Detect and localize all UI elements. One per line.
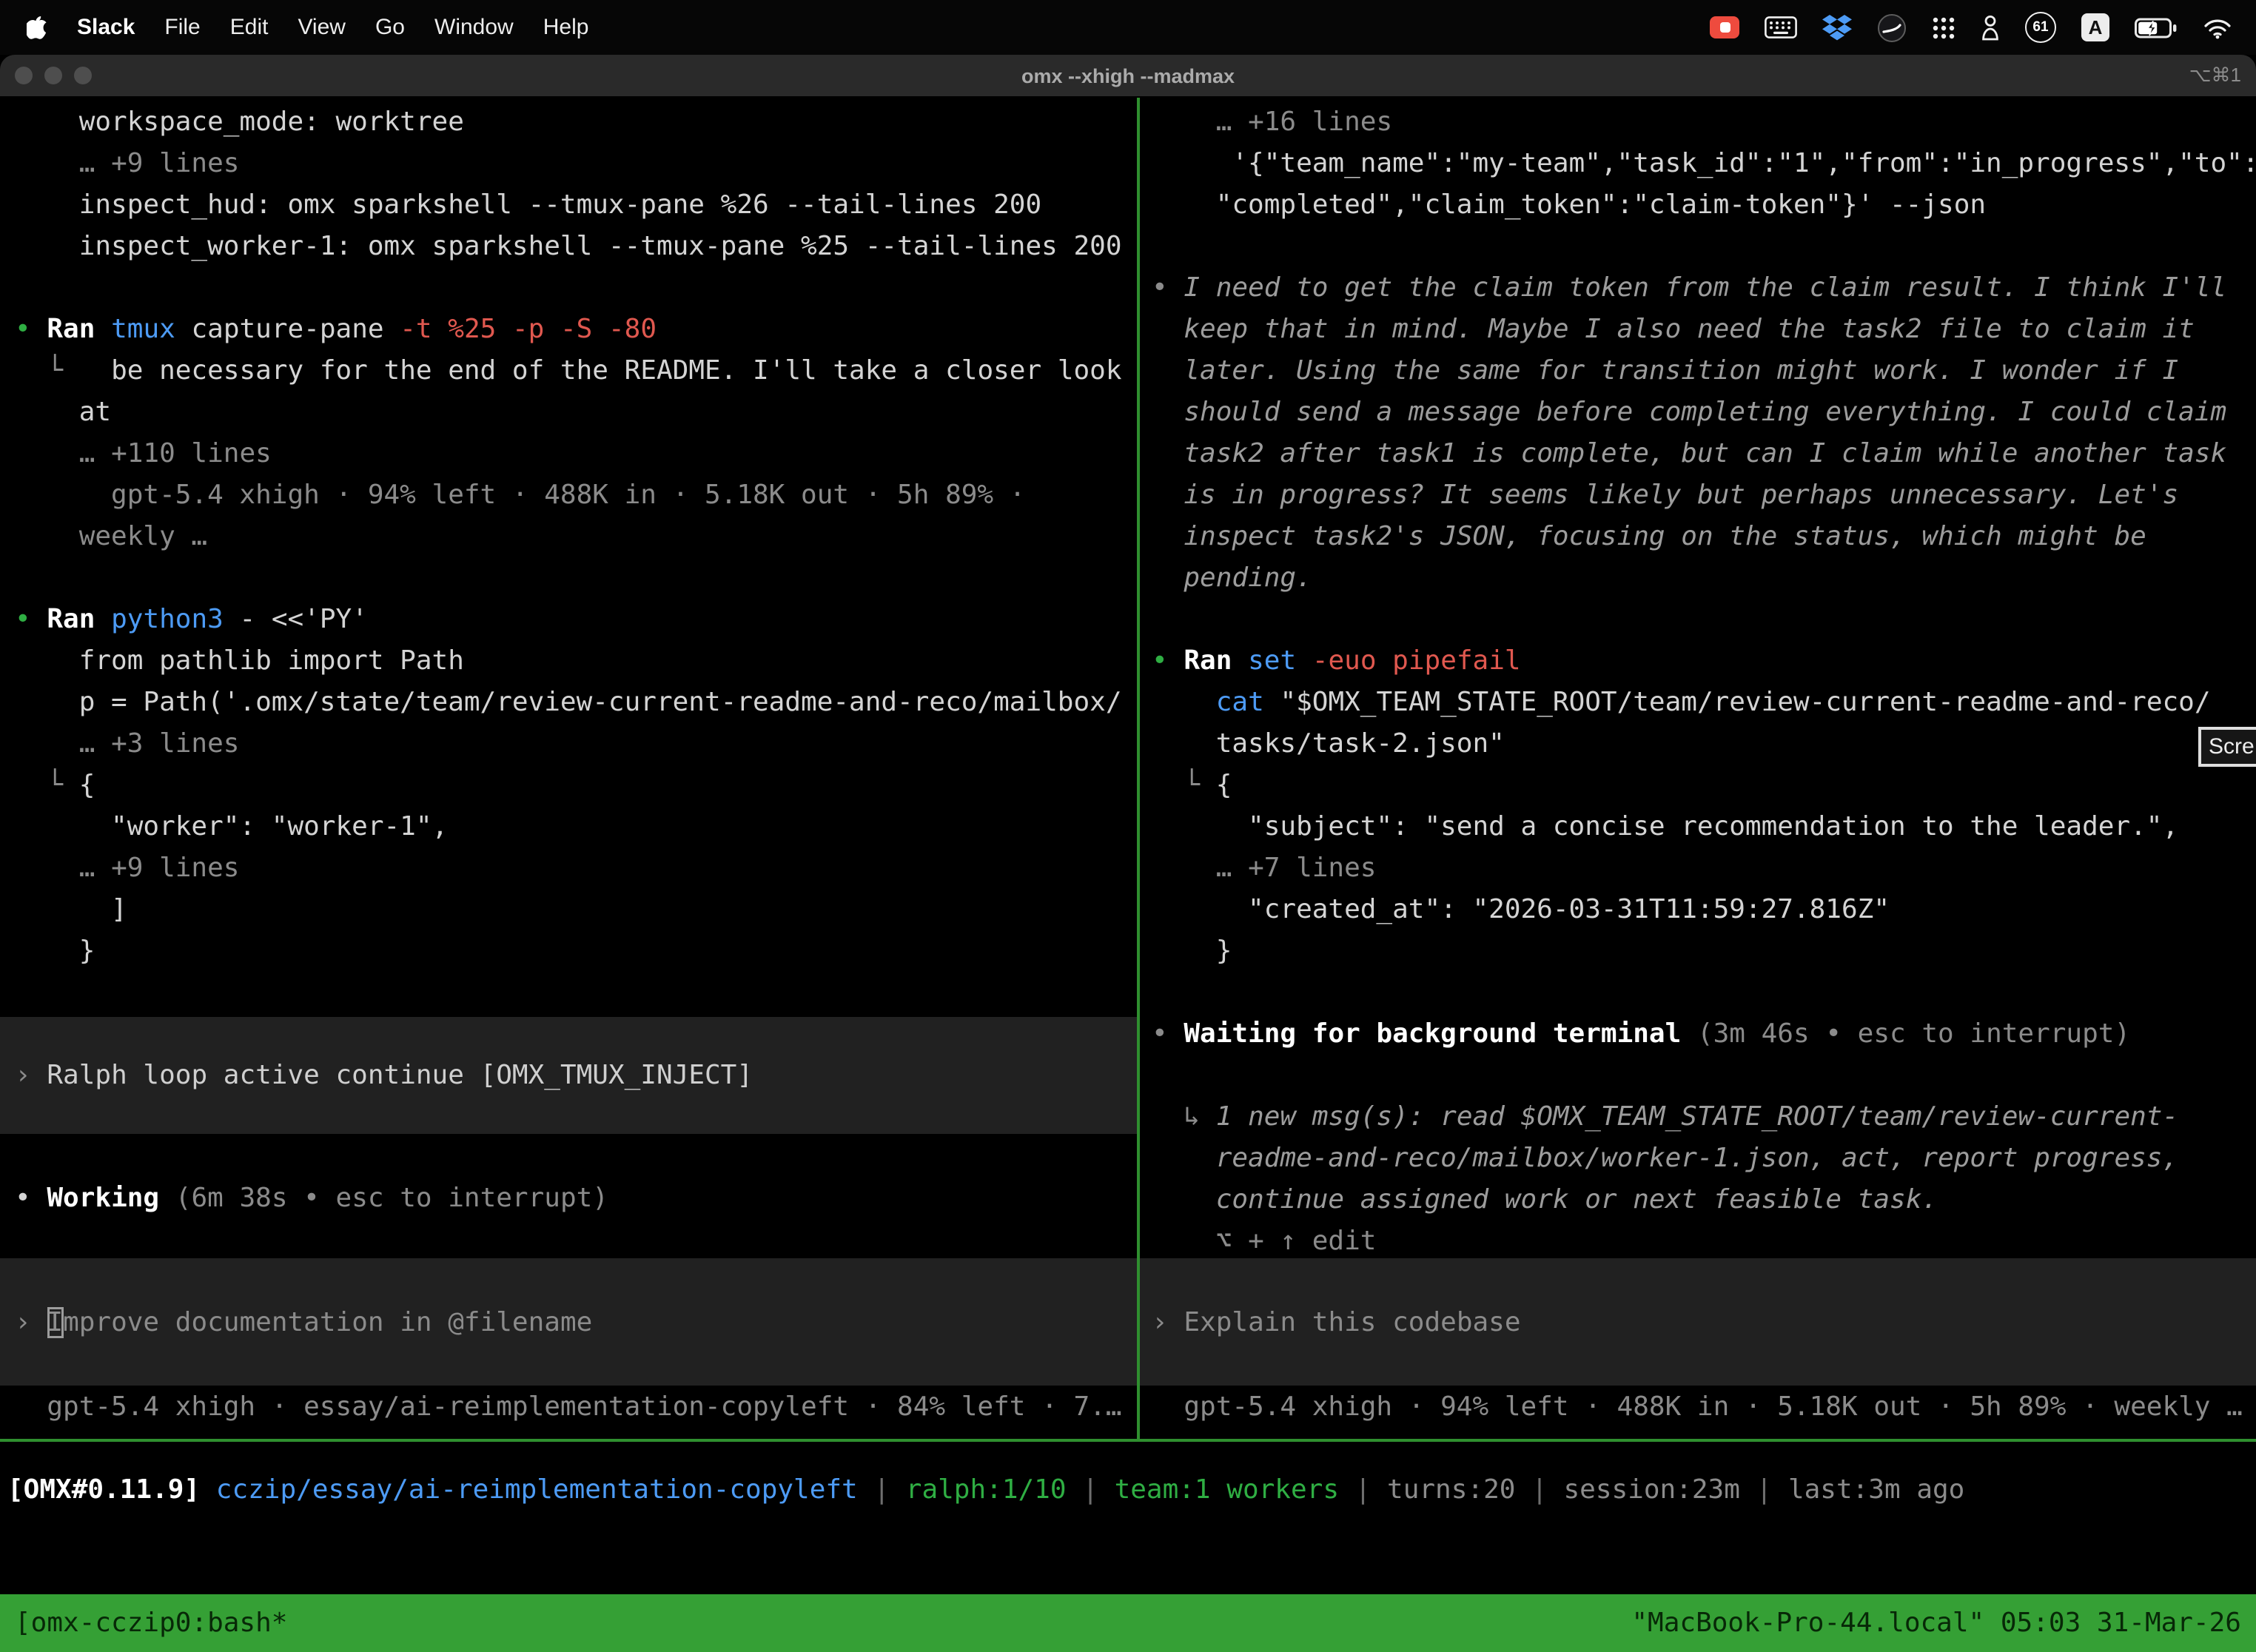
terminal-line: … +110 lines bbox=[15, 434, 1137, 475]
terminal-line: pending. bbox=[1152, 558, 2256, 600]
terminal-line: } bbox=[15, 931, 1137, 973]
terminal-line: … +3 lines bbox=[15, 724, 1137, 765]
terminal-line: └ be necessary for the end of the README… bbox=[15, 351, 1137, 392]
prompt-input-band[interactable]: › Explain this codebase bbox=[1140, 1258, 2256, 1386]
terminal-line: ↳ 1 new msg(s): read $OMX_TEAM_STATE_ROO… bbox=[1152, 1097, 2256, 1138]
terminal-line: "created_at": "2026-03-31T11:59:27.816Z" bbox=[1152, 890, 2256, 931]
terminal-line: at bbox=[15, 392, 1137, 434]
terminal-line: inspect task2's JSON, focusing on the st… bbox=[1152, 517, 2256, 558]
screen: Slack File Edit View Go Window Help 61 A bbox=[0, 0, 2256, 1652]
pane-scrollback: workspace_mode: worktree … +9 lines insp… bbox=[0, 102, 1137, 973]
terminal-line: … +9 lines bbox=[15, 848, 1137, 890]
terminal-line: gpt-5.4 xhigh · 94% left · 488K in · 5.1… bbox=[15, 475, 1137, 517]
terminal-line: cat "$OMX_TEAM_STATE_ROOT/team/review-cu… bbox=[1152, 682, 2256, 724]
tmux-session-label: [omx-cczip0:bash* bbox=[15, 1608, 287, 1639]
terminal-window: omx --xhigh --madmax ⌥⌘1 workspace_mode:… bbox=[0, 55, 2256, 1652]
swirl-app-icon[interactable] bbox=[1877, 13, 1907, 42]
apple-menu-icon[interactable] bbox=[27, 15, 47, 40]
overlay-popup: Scre bbox=[2198, 727, 2256, 767]
minimize-button[interactable] bbox=[44, 67, 62, 84]
record-indicator-icon[interactable] bbox=[1710, 16, 1739, 38]
queued-message-band: › Ralph loop active continue [OMX_TMUX_I… bbox=[0, 1017, 1137, 1134]
pane-scrollback: … +16 lines '{"team_name":"my-team","tas… bbox=[1140, 102, 2256, 1263]
terminal-line: '{"team_name":"my-team","task_id":"1","f… bbox=[1152, 144, 2256, 185]
terminal-line: … +9 lines bbox=[15, 144, 1137, 185]
terminal-line bbox=[1152, 973, 2256, 1014]
dots-grid-icon[interactable] bbox=[1932, 16, 1955, 39]
terminal-line: } bbox=[1152, 931, 2256, 973]
menu-edit[interactable]: Edit bbox=[230, 15, 269, 40]
terminal-content: workspace_mode: worktree … +9 lines insp… bbox=[0, 98, 2256, 1594]
terminal-line: p = Path('.omx/state/team/review-current… bbox=[15, 682, 1137, 724]
terminal-line: • Ran set -euo pipefail bbox=[1152, 641, 2256, 682]
window-shortcut-hint: ⌥⌘1 bbox=[2189, 64, 2241, 87]
wifi-icon[interactable] bbox=[2203, 16, 2232, 39]
window-title-bar[interactable]: omx --xhigh --madmax ⌥⌘1 bbox=[0, 55, 2256, 98]
terminal-line: task2 after task1 is complete, but can I… bbox=[1152, 434, 2256, 475]
terminal-line: keep that in mind. Maybe I also need the… bbox=[1152, 309, 2256, 351]
terminal-line: from pathlib import Path bbox=[15, 641, 1137, 682]
terminal-line: later. Using the same for transition mig… bbox=[1152, 351, 2256, 392]
battery-icon[interactable] bbox=[2135, 17, 2178, 38]
terminal-line: … +7 lines bbox=[1152, 848, 2256, 890]
terminal-line: └ { bbox=[1152, 765, 2256, 807]
terminal-line: • Ran python3 - <<'PY' bbox=[15, 600, 1137, 641]
traffic-lights bbox=[15, 67, 92, 84]
tmux-host-clock: "MacBook-Pro-44.local" 05:03 31-Mar-26 bbox=[1631, 1608, 2241, 1639]
terminal-line: tasks/task-2.json" bbox=[1152, 724, 2256, 765]
terminal-line: "completed","claim_token":"claim-token"}… bbox=[1152, 185, 2256, 226]
terminal-line bbox=[1152, 600, 2256, 641]
terminal-line: inspect_worker-1: omx sparkshell --tmux-… bbox=[15, 226, 1137, 268]
terminal-line: • Ran tmux capture-pane -t %25 -p -S -80 bbox=[15, 309, 1137, 351]
terminal-line: … +16 lines bbox=[1152, 102, 2256, 144]
tmux-status-bar: [omx-cczip0:bash* "MacBook-Pro-44.local"… bbox=[0, 1594, 2256, 1652]
menu-file[interactable]: File bbox=[164, 15, 200, 40]
terminal-line bbox=[1152, 1055, 2256, 1097]
terminal-line: ] bbox=[15, 890, 1137, 931]
app-menus: File Edit View Go Window Help bbox=[164, 15, 588, 40]
menu-view[interactable]: View bbox=[298, 15, 346, 40]
terminal-line: is in progress? It seems likely but perh… bbox=[1152, 475, 2256, 517]
zoom-button[interactable] bbox=[74, 67, 92, 84]
keyboard-icon[interactable] bbox=[1765, 16, 1797, 38]
model-status-line: gpt-5.4 xhigh · essay/ai-reimplementatio… bbox=[0, 1387, 1137, 1428]
pane-divider-horizontal[interactable] bbox=[0, 1439, 2256, 1442]
terminal-line bbox=[15, 268, 1137, 309]
terminal-line: continue assigned work or next feasible … bbox=[1152, 1180, 2256, 1221]
prompt-input-band[interactable]: › Improve documentation in @filename bbox=[0, 1258, 1137, 1386]
terminal-line: should send a message before completing … bbox=[1152, 392, 2256, 434]
menu-bar-left: Slack File Edit View Go Window Help bbox=[27, 15, 588, 40]
terminal-line: └ { bbox=[15, 765, 1137, 807]
battery-percent-badge[interactable]: 61 bbox=[2025, 12, 2056, 43]
menu-go[interactable]: Go bbox=[375, 15, 405, 40]
menu-bar-status-icons: 61 A bbox=[1710, 12, 2232, 43]
dropbox-icon[interactable] bbox=[1822, 14, 1852, 41]
menu-bar: Slack File Edit View Go Window Help 61 A bbox=[0, 0, 2256, 55]
person-outline-icon[interactable] bbox=[1981, 14, 2000, 41]
terminal-line: inspect_hud: omx sparkshell --tmux-pane … bbox=[15, 185, 1137, 226]
terminal-line: workspace_mode: worktree bbox=[15, 102, 1137, 144]
terminal-line: • Waiting for background terminal (3m 46… bbox=[1152, 1014, 2256, 1055]
terminal-line bbox=[15, 558, 1137, 600]
terminal-line: readme-and-reco/mailbox/worker-1.json, a… bbox=[1152, 1138, 2256, 1180]
tmux-pane-left[interactable]: workspace_mode: worktree … +9 lines insp… bbox=[0, 98, 1137, 1439]
close-button[interactable] bbox=[15, 67, 33, 84]
terminal-line: • I need to get the claim token from the… bbox=[1152, 268, 2256, 309]
menu-window[interactable]: Window bbox=[434, 15, 514, 40]
active-app-menu[interactable]: Slack bbox=[77, 15, 135, 40]
hud-status-line: [OMX#0.11.9] cczip/essay/ai-reimplementa… bbox=[0, 1470, 2256, 1511]
terminal-line bbox=[1152, 226, 2256, 268]
working-status-line: • Working (6m 38s • esc to interrupt) bbox=[0, 1178, 1137, 1220]
window-title: omx --xhigh --madmax bbox=[0, 64, 2256, 87]
menu-help[interactable]: Help bbox=[543, 15, 589, 40]
input-source-icon[interactable]: A bbox=[2081, 13, 2109, 41]
terminal-line: ⌥ + ↑ edit bbox=[1152, 1221, 2256, 1263]
terminal-line: "worker": "worker-1", bbox=[15, 807, 1137, 848]
terminal-line: "subject": "send a concise recommendatio… bbox=[1152, 807, 2256, 848]
terminal-line: weekly … bbox=[15, 517, 1137, 558]
model-status-line: gpt-5.4 xhigh · 94% left · 488K in · 5.1… bbox=[1140, 1387, 2256, 1428]
tmux-pane-right[interactable]: … +16 lines '{"team_name":"my-team","tas… bbox=[1140, 98, 2256, 1439]
